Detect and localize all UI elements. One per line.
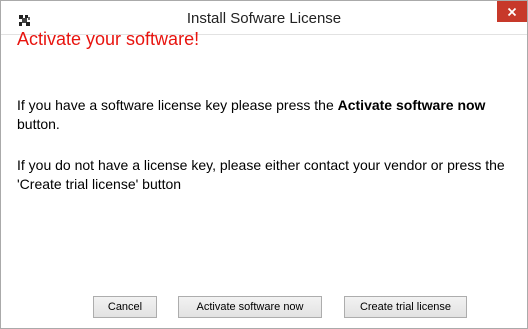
activate-emphasis: Activate software now xyxy=(337,97,486,113)
activate-software-button[interactable]: Activate software now xyxy=(178,296,322,318)
cancel-button[interactable]: Cancel xyxy=(93,296,157,318)
instructions-text: If you have a software license key pleas… xyxy=(17,97,338,113)
create-trial-license-button[interactable]: Create trial license xyxy=(344,296,467,318)
activation-heading: Activate your software! xyxy=(17,29,200,49)
trial-instructions: If you do not have a license key, please… xyxy=(17,157,505,192)
dialog-window: Install Sofware License Activate your so… xyxy=(0,0,528,329)
close-icon xyxy=(507,7,517,16)
instructions-suffix: button. xyxy=(17,116,60,132)
close-button[interactable] xyxy=(497,1,527,22)
window-title: Install Sofware License xyxy=(186,10,342,27)
license-key-instructions: If you have a software license key pleas… xyxy=(17,96,507,134)
